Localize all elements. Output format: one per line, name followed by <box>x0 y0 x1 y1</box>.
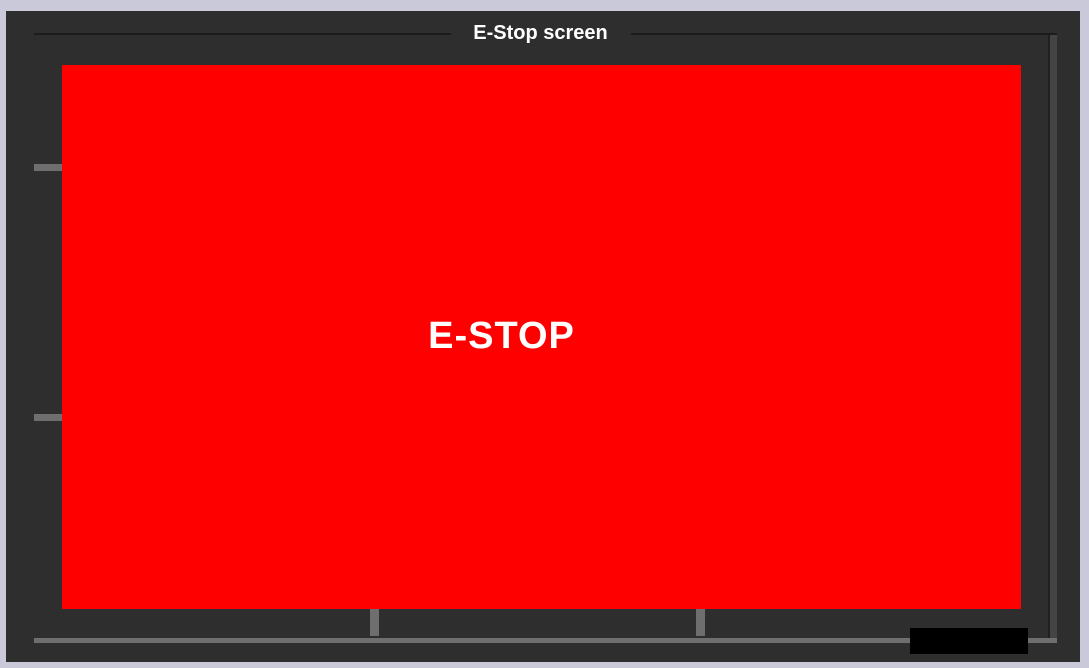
bezel-bottom-tick <box>696 609 705 636</box>
status-indicator <box>910 628 1028 654</box>
bezel-right-edge <box>1048 35 1057 638</box>
bezel-left-tick <box>34 414 62 421</box>
bezel-bottom-tick <box>370 609 379 636</box>
estop-panel[interactable]: E-STOP <box>62 65 1021 609</box>
bezel-bottom-edge <box>34 638 1057 643</box>
window-title: E-Stop screen <box>473 22 608 44</box>
bezel-left-tick <box>34 164 62 171</box>
estop-label: E-STOP <box>428 314 575 357</box>
